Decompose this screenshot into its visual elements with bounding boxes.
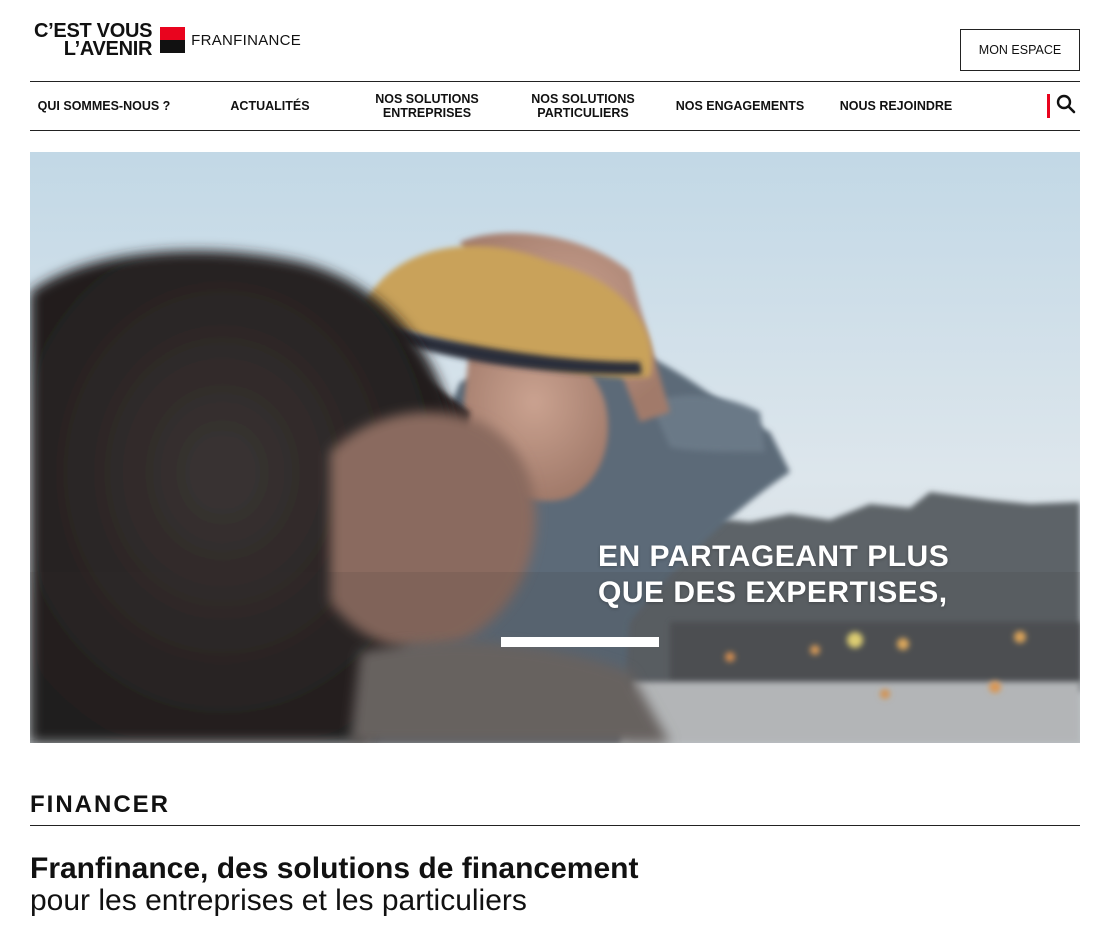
- nav-item-solutions-particuliers[interactable]: NOS SOLUTIONS PARTICULIERS: [518, 82, 648, 130]
- nav-item-actualites[interactable]: ACTUALITÉS: [210, 82, 330, 130]
- hero-caption-line-1: EN PARTAGEANT PLUS: [598, 540, 950, 573]
- nav-item-label: NOS ENGAGEMENTS: [675, 99, 805, 113]
- headline-light: pour les entreprises et les particuliers: [30, 884, 527, 917]
- nav-item-label-2: ENTREPRISES: [382, 106, 472, 120]
- red-black-square-icon: [160, 27, 186, 53]
- nav-item-label: NOS SOLUTIONS: [375, 92, 479, 106]
- section-title: FINANCER: [30, 791, 170, 818]
- brand-name: FRANFINANCE: [191, 31, 302, 49]
- nav-item-label: NOS SOLUTIONS: [531, 92, 635, 106]
- main-nav: QUI SOMMES-NOUS ? ACTUALITÉS NOS SOLUTIO…: [30, 81, 1080, 131]
- section-headline: Franfinance, des solutions de financemen…: [30, 853, 638, 917]
- search-icon: [1056, 94, 1076, 119]
- hero-underline: [501, 637, 659, 647]
- nav-item-label: QUI SOMMES-NOUS ?: [37, 99, 171, 113]
- logo-tagline: C’EST VOUS L’AVENIR: [34, 21, 153, 60]
- brand-mark: FRANFINANCE: [160, 27, 301, 53]
- nav-item-solutions-entreprises[interactable]: NOS SOLUTIONS ENTREPRISES: [362, 82, 492, 130]
- nav-item-label: ACTUALITÉS: [230, 99, 310, 113]
- headline-strong: Franfinance, des solutions de financemen…: [30, 852, 639, 885]
- mon-espace-button[interactable]: MON ESPACE: [960, 29, 1080, 71]
- brand-logo[interactable]: C’EST VOUS L’AVENIR FRANFINANCE: [34, 21, 301, 60]
- search-divider: [1047, 94, 1050, 118]
- hero-caption: EN PARTAGEANT PLUS QUE DES EXPERTISES,: [598, 539, 949, 611]
- hero-photo: [30, 152, 1080, 743]
- site-header: C’EST VOUS L’AVENIR FRANFINANCE MON ESPA…: [30, 0, 1080, 82]
- tagline-line-2: L’AVENIR: [63, 38, 153, 60]
- nav-item-label: NOUS REJOINDRE: [839, 99, 953, 113]
- nav-item-label-2: PARTICULIERS: [537, 106, 629, 120]
- section-divider: [30, 825, 1080, 826]
- nav-item-rejoindre[interactable]: NOUS REJOINDRE: [832, 82, 960, 130]
- search-button[interactable]: [1047, 94, 1076, 118]
- hero-caption-line-2: QUE DES EXPERTISES,: [598, 576, 948, 609]
- nav-item-qui-sommes-nous[interactable]: QUI SOMMES-NOUS ?: [30, 82, 178, 130]
- nav-item-engagements[interactable]: NOS ENGAGEMENTS: [670, 82, 810, 130]
- hero-banner: EN PARTAGEANT PLUS QUE DES EXPERTISES,: [30, 152, 1080, 743]
